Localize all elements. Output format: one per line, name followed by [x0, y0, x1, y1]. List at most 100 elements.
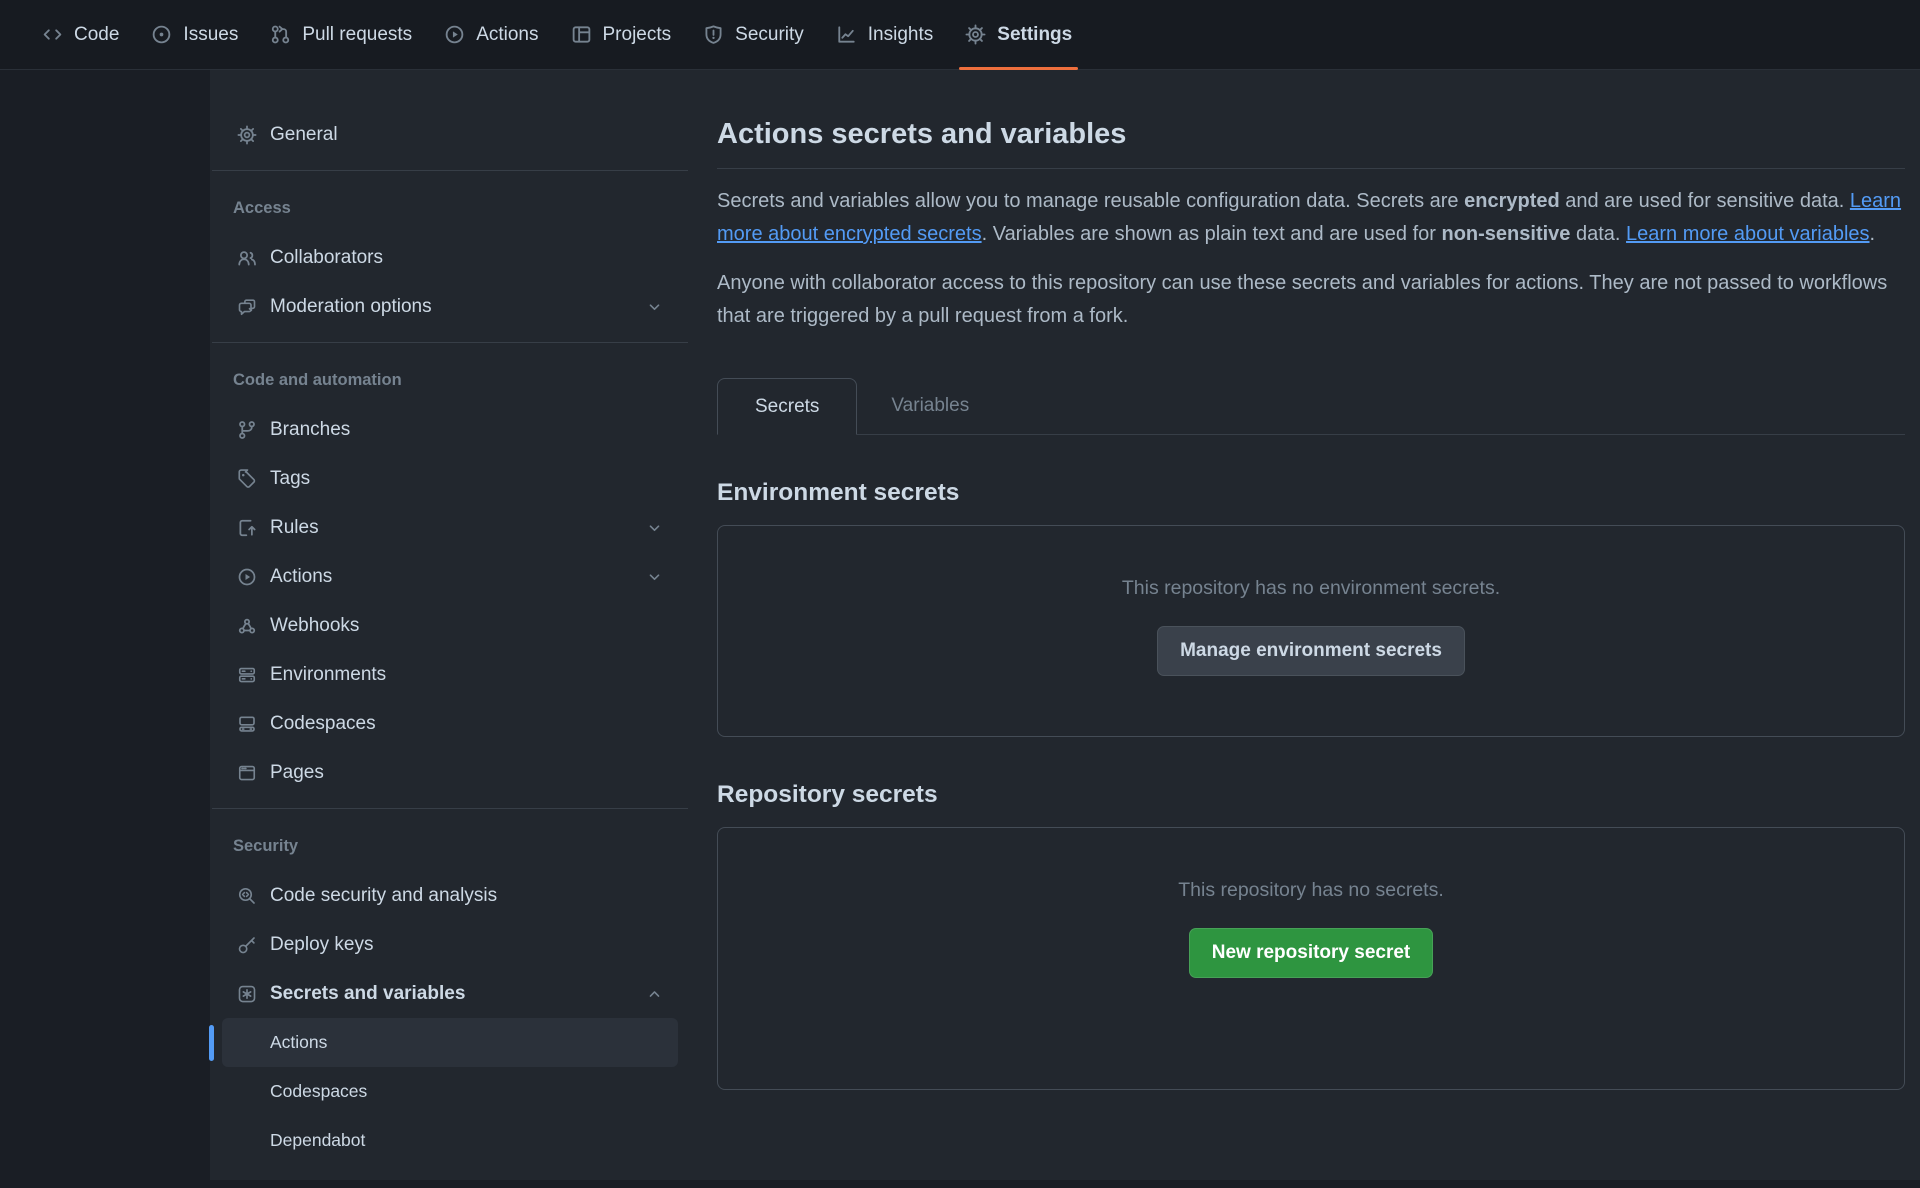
people-icon	[237, 248, 257, 268]
tag-icon	[237, 469, 257, 489]
manage-environment-secrets-button[interactable]: Manage environment secrets	[1157, 626, 1465, 676]
sidebar-item-tags[interactable]: Tags	[210, 454, 690, 503]
sidebar-item-label: Collaborators	[270, 247, 383, 269]
nav-tab-security[interactable]: Security	[687, 0, 820, 69]
sidebar-item-moderation-options[interactable]: Moderation options	[210, 282, 690, 331]
sidebar-item-label: Webhooks	[270, 615, 359, 637]
sidebar-section-title-code-and-automation: Code and automation	[233, 371, 690, 390]
sidebar-item-codespaces[interactable]: Codespaces	[210, 699, 690, 748]
nav-tab-label: Pull requests	[302, 24, 412, 46]
rules-icon	[237, 518, 257, 538]
sidebar-item-actions[interactable]: Actions	[210, 552, 690, 601]
nav-tab-issues[interactable]: Issues	[135, 0, 254, 69]
tab-variables[interactable]: Variables	[857, 377, 1003, 434]
paragraph-text: and are used for sensitive data.	[1560, 190, 1850, 212]
content-surface: General Access Collaborators Moderation …	[210, 70, 1920, 1180]
tab-label: Variables	[891, 395, 969, 417]
sidebar-item-label: Branches	[270, 419, 350, 441]
settings-sidebar: General Access Collaborators Moderation …	[210, 110, 690, 1165]
sidebar-item-webhooks[interactable]: Webhooks	[210, 601, 690, 650]
sidebar-subitem-codespaces[interactable]: Codespaces	[222, 1067, 678, 1116]
repository-secrets-empty-text: This repository has no secrets.	[718, 879, 1904, 902]
comment-discussion-icon	[237, 297, 257, 317]
play-icon	[444, 24, 465, 45]
server-icon	[237, 665, 257, 685]
chevron-up-icon	[646, 985, 663, 1002]
secrets-variables-tablist: Secrets Variables	[717, 377, 1905, 435]
nav-tab-label: Projects	[603, 24, 672, 46]
paragraph-text: Secrets and variables allow you to manag…	[717, 190, 1464, 212]
repo-tab-bar: Code Issues Pull requests Actions Projec…	[0, 0, 1920, 70]
sidebar-section-title-security: Security	[233, 837, 690, 856]
sidebar-item-label: Actions	[270, 566, 332, 588]
play-icon	[237, 567, 257, 587]
nav-tab-label: Security	[735, 24, 804, 46]
codescan-icon	[237, 886, 257, 906]
git-branch-icon	[237, 420, 257, 440]
sidebar-item-code-security-and-analysis[interactable]: Code security and analysis	[210, 871, 690, 920]
paragraph-text: . Variables are shown as plain text and …	[982, 223, 1442, 245]
webhook-icon	[237, 616, 257, 636]
sidebar-item-label: Environments	[270, 664, 386, 686]
title-divider	[717, 168, 1905, 169]
sidebar-item-environments[interactable]: Environments	[210, 650, 690, 699]
nav-tab-pull-requests[interactable]: Pull requests	[254, 0, 428, 69]
emphasized-text: encrypted	[1464, 190, 1560, 212]
code-icon	[42, 24, 63, 45]
sidebar-subitem-label: Dependabot	[270, 1130, 365, 1151]
nav-tab-label: Settings	[997, 24, 1072, 46]
sidebar-item-label: Moderation options	[270, 296, 432, 318]
sidebar-item-rules[interactable]: Rules	[210, 503, 690, 552]
nav-tab-label: Code	[74, 24, 119, 46]
chevron-down-icon	[646, 298, 663, 315]
nav-tab-actions[interactable]: Actions	[428, 0, 554, 69]
sidebar-item-secrets-and-variables[interactable]: Secrets and variables	[210, 969, 690, 1018]
main-content: Actions secrets and variables Secrets an…	[717, 70, 1905, 1090]
nav-tab-code[interactable]: Code	[26, 0, 135, 69]
codespaces-icon	[237, 714, 257, 734]
git-pull-request-icon	[270, 24, 291, 45]
paragraph-text: .	[1870, 223, 1876, 245]
sidebar-item-label: General	[270, 124, 338, 146]
new-repository-secret-button[interactable]: New repository secret	[1189, 928, 1434, 978]
nav-tab-label: Issues	[183, 24, 238, 46]
graph-icon	[836, 24, 857, 45]
intro-paragraph: Secrets and variables allow you to manag…	[717, 185, 1905, 251]
sidebar-item-label: Tags	[270, 468, 310, 490]
issue-opened-icon	[151, 24, 172, 45]
nav-tab-projects[interactable]: Projects	[555, 0, 688, 69]
nav-tab-insights[interactable]: Insights	[820, 0, 949, 69]
gear-icon	[965, 24, 986, 45]
collaborator-paragraph: Anyone with collaborator access to this …	[717, 267, 1905, 333]
paragraph-text: data.	[1570, 223, 1626, 245]
sidebar-divider	[212, 342, 688, 343]
nav-tab-label: Actions	[476, 24, 538, 46]
sidebar-item-label: Secrets and variables	[270, 983, 465, 1005]
inline-link[interactable]: Learn more about variables	[1626, 223, 1869, 245]
sidebar-item-label: Pages	[270, 762, 324, 784]
sidebar-item-deploy-keys[interactable]: Deploy keys	[210, 920, 690, 969]
tab-secrets[interactable]: Secrets	[717, 378, 857, 435]
sidebar-item-label: Rules	[270, 517, 319, 539]
key-icon	[237, 935, 257, 955]
sidebar-subitem-label: Actions	[270, 1032, 327, 1053]
shield-icon	[703, 24, 724, 45]
sidebar-item-branches[interactable]: Branches	[210, 405, 690, 454]
environment-secrets-heading: Environment secrets	[717, 479, 1905, 507]
sidebar-item-general[interactable]: General	[210, 110, 690, 159]
sidebar-subitem-dependabot[interactable]: Dependabot	[222, 1116, 678, 1165]
asterisk-box-icon	[237, 984, 257, 1004]
browser-icon	[237, 763, 257, 783]
gear-icon	[237, 125, 257, 145]
sidebar-subitem-label: Codespaces	[270, 1081, 367, 1102]
sidebar-item-pages[interactable]: Pages	[210, 748, 690, 797]
page: Code Issues Pull requests Actions Projec…	[0, 0, 1920, 1188]
environment-secrets-empty-text: This repository has no environment secre…	[718, 577, 1904, 600]
table-icon	[571, 24, 592, 45]
sidebar-item-collaborators[interactable]: Collaborators	[210, 233, 690, 282]
sidebar-subitem-actions[interactable]: Actions	[222, 1018, 678, 1067]
nav-tab-label: Insights	[868, 24, 933, 46]
repository-secrets-panel: This repository has no secrets. New repo…	[717, 827, 1905, 1090]
nav-tab-settings[interactable]: Settings	[949, 0, 1088, 69]
environment-secrets-panel: This repository has no environment secre…	[717, 525, 1905, 737]
